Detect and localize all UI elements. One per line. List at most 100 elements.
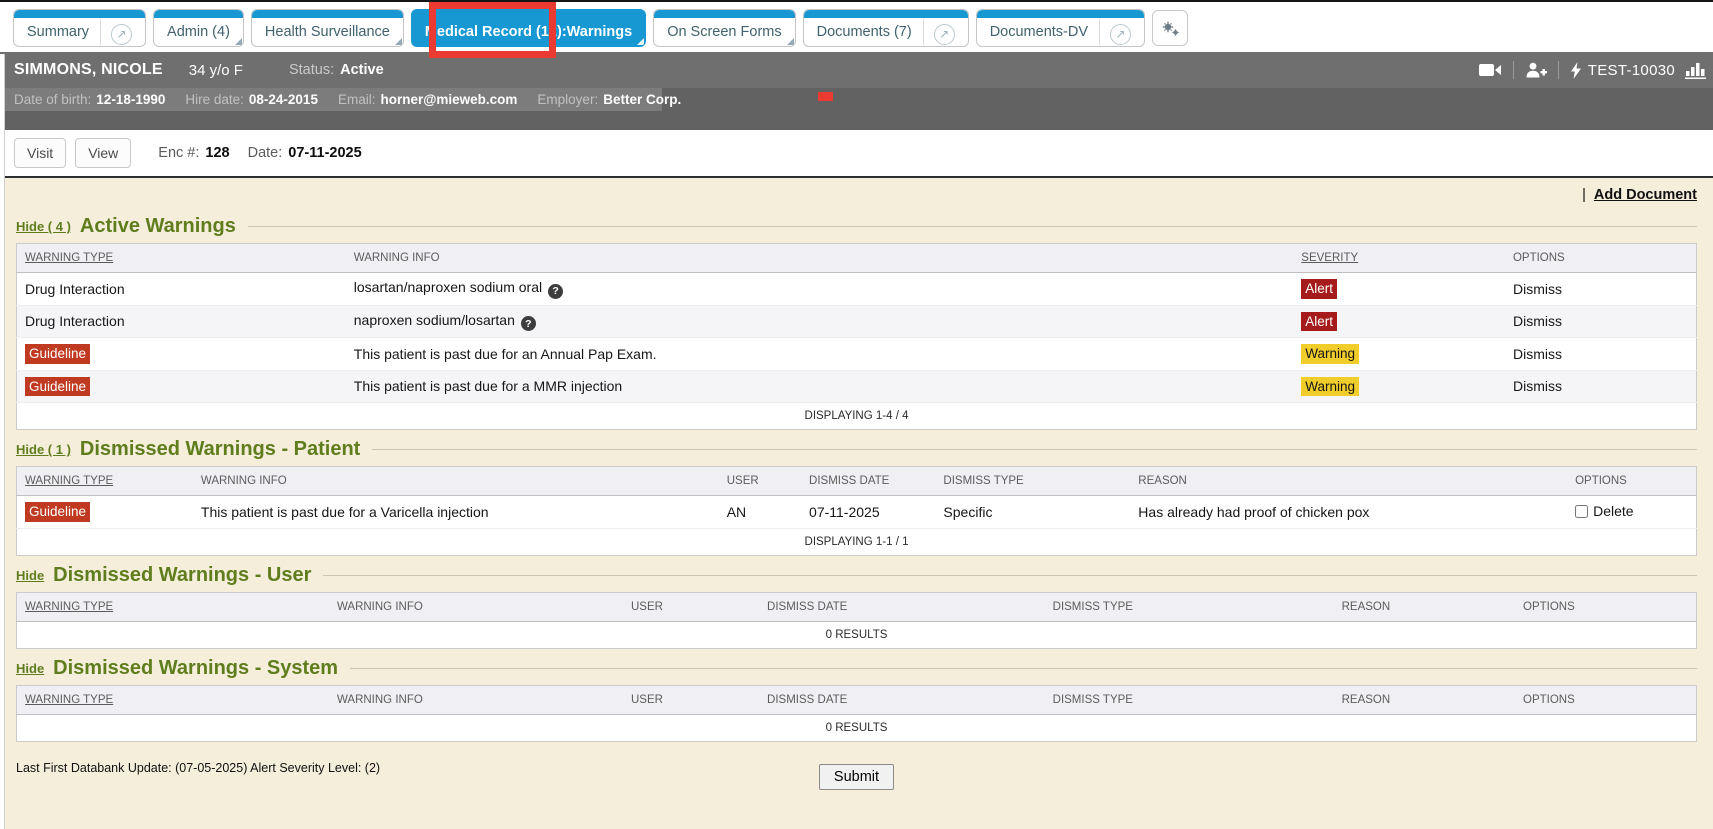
chart-icon[interactable]	[1685, 62, 1709, 79]
table-row: Drug Interaction losartan/naproxen sodiu…	[17, 273, 1697, 306]
lightning-bolt-icon[interactable]	[1570, 62, 1582, 79]
tab-admin[interactable]: Admin (4)	[153, 9, 244, 47]
patient-subheader: Date of birth:12-18-1990 Hire date:08-24…	[0, 88, 1713, 111]
warning-type-badge: Guideline	[25, 502, 90, 522]
column-header-warning-type[interactable]: WARNING TYPE	[17, 244, 346, 273]
enc-number-value: 128	[205, 145, 229, 161]
app-window: Summary ↗ Admin (4) Health Surveillance …	[0, 0, 1713, 829]
help-icon[interactable]: ?	[548, 284, 563, 299]
tab-label: Medical Record (12):Warnings	[425, 24, 632, 40]
popout-icon: ↗	[111, 24, 132, 45]
dismiss-type: Specific	[943, 504, 992, 520]
dismissed-patient-table: WARNING TYPE WARNING INFO USER DISMISS D…	[16, 466, 1697, 556]
divider	[1513, 61, 1514, 79]
column-header-options: OPTIONS	[1567, 467, 1696, 496]
add-document-line: | Add Document	[16, 178, 1697, 207]
warning-type: Drug Interaction	[25, 281, 125, 297]
column-header-warning-info: WARNING INFO	[346, 244, 1294, 273]
tab-label: Health Surveillance	[265, 24, 390, 40]
settings-button[interactable]	[1152, 10, 1188, 46]
column-header-dismiss-type: DISMISS TYPE	[1045, 685, 1334, 714]
dropdown-fold-icon	[235, 38, 242, 45]
databank-update-note: Last First Databank Update: (07-05-2025)…	[16, 761, 380, 775]
hide-dismissed-system-link[interactable]: Hide	[16, 661, 44, 676]
section-rule	[248, 226, 1697, 227]
severity-badge: Alert	[1301, 312, 1337, 332]
tab-documents[interactable]: Documents (7) ↗	[803, 9, 969, 47]
popout-button[interactable]: ↗	[100, 19, 132, 45]
tab-documents-dv[interactable]: Documents-DV ↗	[976, 9, 1145, 47]
active-warnings-header: Hide ( 4 ) Active Warnings	[16, 215, 1697, 238]
column-header-warning-type[interactable]: WARNING TYPE	[17, 685, 329, 714]
employer-field: Employer:Better Corp.	[537, 91, 681, 109]
warning-type-badge: Guideline	[25, 377, 90, 397]
column-header-user: USER	[623, 592, 759, 621]
dismissed-user-header: Hide Dismissed Warnings - User	[16, 564, 1697, 587]
visit-button[interactable]: Visit	[14, 138, 66, 168]
dismissed-system-title: Dismissed Warnings - System	[53, 657, 338, 680]
warning-info: losartan/naproxen sodium oral	[354, 279, 542, 295]
popout-icon: ↗	[1110, 24, 1131, 45]
column-header-warning-type[interactable]: WARNING TYPE	[17, 592, 329, 621]
warning-info: This patient is past due for a MMR injec…	[354, 378, 622, 394]
tab-health-surveillance[interactable]: Health Surveillance	[251, 9, 404, 47]
tab-on-screen-forms[interactable]: On Screen Forms	[653, 9, 795, 47]
add-person-icon[interactable]	[1525, 62, 1547, 78]
hide-dismissed-user-link[interactable]: Hide	[16, 568, 44, 583]
column-header-warning-type[interactable]: WARNING TYPE	[17, 467, 193, 496]
help-icon[interactable]: ?	[521, 316, 536, 331]
delete-checkbox[interactable]	[1575, 505, 1588, 518]
tab-label: Documents-DV	[990, 24, 1088, 40]
warnings-content: | Add Document Hide ( 4 ) Active Warning…	[0, 176, 1713, 829]
dismiss-link[interactable]: Dismiss	[1513, 281, 1562, 297]
dismiss-link[interactable]: Dismiss	[1513, 378, 1562, 394]
dismiss-reason: Has already had proof of chicken pox	[1138, 504, 1369, 520]
warning-type: Drug Interaction	[25, 313, 125, 329]
status-label: Status:	[289, 62, 334, 78]
empty-results: 0 RESULTS	[17, 621, 1697, 648]
dropdown-fold-icon	[637, 38, 644, 45]
patient-header: SIMMONS, NICOLE 34 y/o F Status: Active …	[0, 52, 1713, 88]
column-header-user: USER	[623, 685, 759, 714]
column-header-warning-info: WARNING INFO	[193, 467, 719, 496]
gear-icon	[1160, 19, 1180, 37]
warning-info: This patient is past due for an Annual P…	[354, 346, 657, 362]
popout-button[interactable]: ↗	[923, 19, 955, 45]
paging-status: DISPLAYING 1-1 / 1	[17, 528, 1697, 555]
table-row: Guideline This patient is past due for a…	[17, 338, 1697, 371]
hide-dismissed-patient-link[interactable]: Hide ( 1 )	[16, 442, 71, 457]
tab-label: Documents (7)	[817, 24, 912, 40]
tab-bar: Summary ↗ Admin (4) Health Surveillance …	[0, 2, 1713, 52]
divider	[1558, 61, 1559, 79]
hire-date-field: Hire date:08-24-2015	[185, 91, 318, 109]
empty-results: 0 RESULTS	[17, 714, 1697, 741]
column-header-dismiss-date: DISMISS DATE	[759, 592, 1045, 621]
delete-label: Delete	[1593, 503, 1633, 519]
dismiss-link[interactable]: Dismiss	[1513, 346, 1562, 362]
add-document-link[interactable]: Add Document	[1594, 187, 1697, 203]
dismissed-user-table: WARNING TYPE WARNING INFO USER DISMISS D…	[16, 592, 1697, 649]
popout-button[interactable]: ↗	[1099, 19, 1131, 45]
patient-name: SIMMONS, NICOLE	[14, 61, 163, 79]
tab-medical-record-warnings[interactable]: Medical Record (12):Warnings	[411, 9, 646, 47]
enc-date-value: 07-11-2025	[288, 145, 361, 161]
section-rule	[350, 668, 1697, 669]
dob-field: Date of birth:12-18-1990	[14, 91, 165, 109]
dismissed-patient-header: Hide ( 1 ) Dismissed Warnings - Patient	[16, 438, 1697, 461]
video-camera-icon[interactable]	[1479, 63, 1502, 77]
dismiss-link[interactable]: Dismiss	[1513, 313, 1562, 329]
submit-button[interactable]: Submit	[819, 764, 894, 790]
view-button[interactable]: View	[75, 138, 131, 168]
patient-age-sex: 34 y/o F	[189, 62, 243, 79]
tab-summary[interactable]: Summary ↗	[13, 9, 146, 47]
active-warnings-title: Active Warnings	[80, 215, 236, 238]
column-header-options: OPTIONS	[1515, 685, 1696, 714]
column-header-severity[interactable]: SEVERITY	[1293, 244, 1505, 273]
dropdown-fold-icon	[787, 38, 794, 45]
column-header-options: OPTIONS	[1505, 244, 1697, 273]
hide-active-warnings-link[interactable]: Hide ( 4 )	[16, 219, 71, 234]
paging-status: DISPLAYING 1-4 / 4	[17, 403, 1697, 430]
popout-icon: ↗	[934, 24, 955, 45]
patient-id: TEST-10030	[1588, 62, 1675, 79]
dismissed-patient-title: Dismissed Warnings - Patient	[80, 438, 360, 461]
